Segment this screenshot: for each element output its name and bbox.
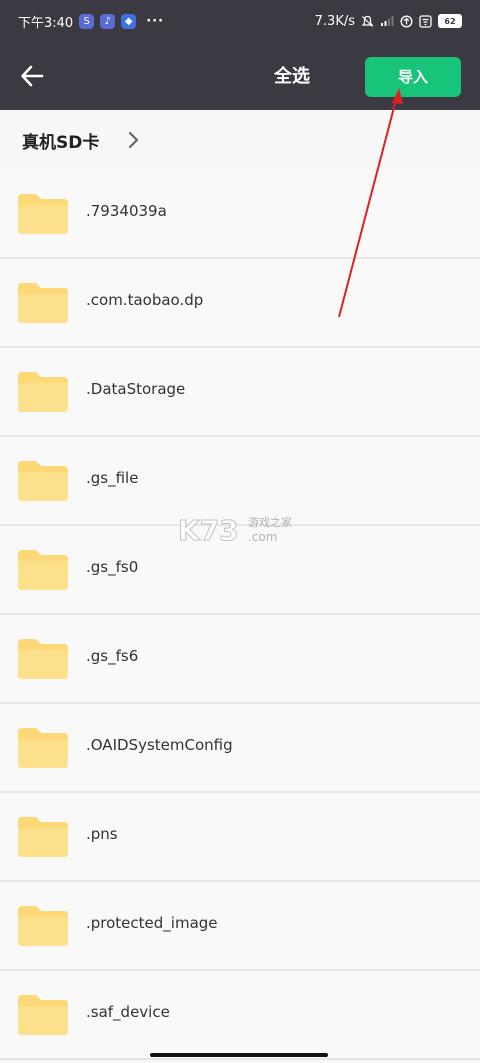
file-name: .com.taobao.dp [86,291,204,309]
folder-icon [18,194,68,234]
list-item[interactable]: .protected_image [0,882,480,971]
file-name: .gs_file [86,469,139,487]
network-speed: 7.3K/s [314,13,355,29]
folder-icon [18,728,68,768]
status-bar: 下午3:40 S ♪ ◆ ··· 7.3K/s 62 [0,0,480,42]
select-all-button[interactable]: 全选 [262,64,322,90]
app-notification-icon: S [79,13,95,29]
status-bar-left: 下午3:40 S ♪ ◆ ··· [18,12,164,31]
file-name: .gs_fs0 [86,558,139,576]
folder-icon [18,372,68,412]
file-name: .gs_fs6 [86,647,139,665]
file-name: .DataStorage [86,380,186,398]
list-item[interactable]: .gs_file [0,437,480,526]
back-arrow-icon[interactable] [18,62,46,90]
list-item[interactable]: .saf_device [0,971,480,1060]
tiktok-notification-icon: ♪ [100,13,116,29]
folder-icon [18,283,68,323]
list-item[interactable]: .OAIDSystemConfig [0,704,480,793]
top-toolbar: 全选 导入 [0,42,480,110]
list-item[interactable]: .gs_fs6 [0,615,480,704]
more-notifications-icon: ··· [146,13,165,29]
list-item[interactable]: .com.taobao.dp [0,259,480,348]
folder-icon [18,995,68,1035]
signal-icon [381,16,394,26]
folder-icon [18,639,68,679]
folder-icon [18,817,68,857]
chevron-right-icon [128,131,139,149]
breadcrumb-root[interactable]: 真机SD卡 [22,128,99,153]
battery-icon: 62 [438,14,462,28]
import-button[interactable]: 导入 [365,57,461,97]
list-item[interactable]: .gs_fs0 [0,526,480,615]
battery-level: 62 [444,16,456,26]
list-item[interactable]: .pns [0,793,480,882]
file-name: .7934039a [86,202,167,220]
wifi-box-icon [419,14,432,28]
list-item[interactable]: .7934039a [0,170,480,259]
status-bar-right: 7.3K/s 62 [315,14,462,29]
mute-bell-icon [361,15,374,27]
file-name: .OAIDSystemConfig [86,736,233,754]
folder-icon [18,550,68,590]
shield-notification-icon: ◆ [121,13,137,29]
status-time: 下午3:40 [18,15,74,31]
folder-icon [18,906,68,946]
breadcrumb: 真机SD卡 [0,110,480,170]
file-list: .7934039a .com.taobao.dp .DataStorage .gs_f… [0,170,480,1060]
file-name: .saf_device [86,1003,170,1021]
file-name: .pns [86,825,118,843]
folder-icon [18,461,68,501]
list-item[interactable]: .DataStorage [0,348,480,437]
home-indicator[interactable] [150,1053,328,1057]
vpn-icon [400,14,413,28]
file-name: .protected_image [86,914,218,932]
